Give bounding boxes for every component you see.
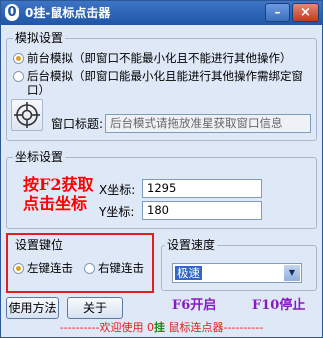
x-coordinate-input[interactable]: 1295 bbox=[142, 179, 262, 198]
minimize-button[interactable]: – bbox=[265, 3, 290, 22]
usage-instructions-button[interactable]: 使用方法 bbox=[6, 297, 59, 319]
right-click-radio[interactable] bbox=[84, 263, 95, 274]
about-button[interactable]: 关于 bbox=[67, 297, 123, 319]
close-button[interactable]: × bbox=[292, 3, 319, 22]
crosshair-picker-button[interactable] bbox=[11, 99, 43, 131]
speed-dropdown[interactable]: 极速 ▼ bbox=[172, 263, 302, 283]
hotkey-stop-label: F10停止 bbox=[252, 298, 306, 313]
crosshair-icon bbox=[14, 102, 40, 128]
f2-hint-line1: 按F2获取 bbox=[23, 175, 94, 194]
right-click-option[interactable]: 右键连击 bbox=[84, 261, 144, 275]
footer-prefix: ----------欢迎使用 0 bbox=[59, 321, 154, 334]
footer-brand: 挂 bbox=[153, 321, 165, 334]
background-mode-option[interactable]: 后台模拟（即窗口能最小化且能进行其他操作需绑定窗口） bbox=[13, 69, 312, 97]
app-window: 0 0挂-鼠标点击器 – × 模拟设置 前台模拟（即窗口不能最小化且不能进行其他… bbox=[0, 0, 323, 338]
chevron-down-icon[interactable]: ▼ bbox=[284, 265, 300, 281]
footer-banner: ----------欢迎使用 0挂 鼠标连点器---------- bbox=[1, 321, 322, 335]
hotkey-start-label: F6开启 bbox=[172, 298, 217, 313]
foreground-mode-radio[interactable] bbox=[13, 53, 24, 64]
background-mode-radio[interactable] bbox=[13, 71, 24, 82]
window-title-field[interactable]: 后台模式请拖放准星获取窗口信息 bbox=[105, 114, 311, 133]
window-title: 0挂-鼠标点击器 bbox=[25, 6, 111, 20]
footer-suffix: 鼠标连点器---------- bbox=[164, 321, 264, 334]
y-coordinate-label: Y坐标: bbox=[99, 205, 135, 219]
left-click-label: 左键连击 bbox=[27, 261, 73, 275]
right-click-label: 右键连击 bbox=[98, 261, 144, 275]
left-click-radio[interactable] bbox=[13, 263, 24, 274]
foreground-mode-label: 前台模拟（即窗口不能最小化且不能进行其他操作） bbox=[27, 51, 292, 65]
left-click-option[interactable]: 左键连击 bbox=[13, 261, 73, 275]
app-logo-icon: 0 bbox=[5, 4, 19, 21]
coordinate-settings-label: 坐标设置 bbox=[13, 150, 66, 164]
speed-selected-value: 极速 bbox=[175, 266, 202, 280]
simulation-settings-label: 模拟设置 bbox=[13, 31, 66, 45]
f2-hint-line2: 点击坐标 bbox=[23, 194, 88, 213]
background-mode-label: 后台模拟（即窗口能最小化且能进行其他操作需绑定窗口） bbox=[27, 69, 303, 97]
title-bar[interactable]: 0 0挂-鼠标点击器 – × bbox=[1, 1, 322, 25]
x-coordinate-label: X坐标: bbox=[99, 183, 136, 197]
speed-settings-label: 设置速度 bbox=[165, 238, 218, 252]
window-title-label: 窗口标题: bbox=[51, 117, 104, 131]
foreground-mode-option[interactable]: 前台模拟（即窗口不能最小化且不能进行其他操作） bbox=[13, 51, 292, 65]
key-settings-label: 设置键位 bbox=[13, 238, 66, 252]
y-coordinate-input[interactable]: 180 bbox=[142, 201, 262, 220]
